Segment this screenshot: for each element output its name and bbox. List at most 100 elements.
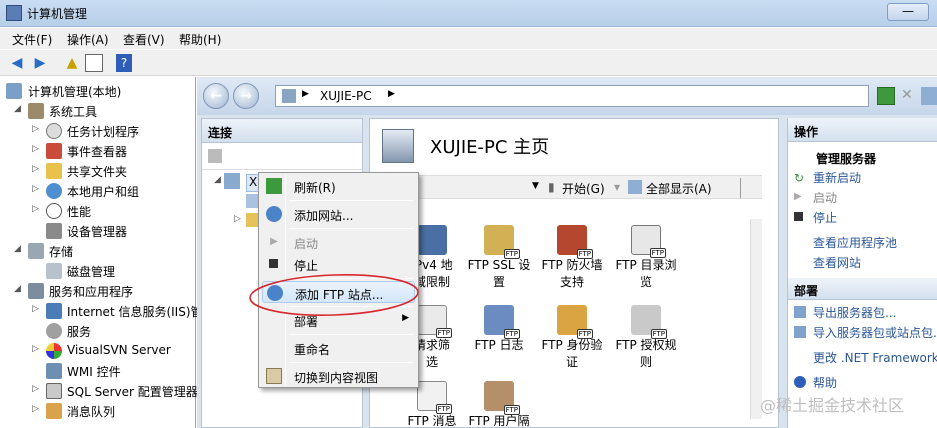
help-link[interactable]: 帮助 (813, 374, 837, 391)
tree-item-label: 本地用户和组 (67, 185, 140, 199)
menu-separator (289, 362, 413, 363)
back-button[interactable]: ← (203, 83, 229, 109)
wmi-icon (46, 363, 62, 379)
start-icon: ▶ (270, 236, 278, 247)
feature-ftp-user-isolation[interactable]: FTP FTP 用户隔 (465, 381, 533, 428)
expand-arrow-icon[interactable]: ▷ (32, 164, 39, 174)
stop-icon[interactable]: ✕ (901, 87, 917, 105)
directory-browsing-icon: FTP (631, 225, 666, 258)
export-package-link[interactable]: 导出服务器包... (813, 304, 896, 321)
back-arrow-icon[interactable]: ◀ (7, 53, 27, 73)
ftp-badge: FTP (649, 248, 666, 258)
collapse-arrow-icon[interactable]: ◢ (14, 284, 21, 294)
feature-ftp-messages[interactable]: FTP FTP 消息 (398, 381, 466, 428)
menu-item-refresh[interactable]: 刷新(R) (262, 175, 415, 197)
feature-ftp-authz[interactable]: FTP FTP 授权规 则 (612, 305, 680, 371)
stop-link[interactable]: 停止 (813, 209, 837, 226)
view-sites-link[interactable]: 查看网站 (813, 254, 861, 271)
tree-item-label: 服务 (67, 325, 92, 339)
vertical-scrollbar[interactable] (750, 219, 762, 419)
menu-separator (289, 228, 413, 229)
menu-separator (289, 334, 413, 335)
server-node-icon (224, 173, 240, 189)
highlight-annotation-ellipse (249, 273, 419, 317)
menu-bar: 文件(F) 操作(A) 查看(V) 帮助(H) (0, 28, 937, 49)
start-link[interactable]: 启动 (813, 189, 837, 206)
feature-ftp-ssl[interactable]: FTP FTP SSL 设 置 (465, 225, 533, 291)
expand-arrow-icon[interactable]: ▷ (32, 124, 39, 134)
connections-title: 连接 (202, 119, 362, 143)
connect-icon[interactable] (208, 149, 222, 163)
view-app-pools-link[interactable]: 查看应用程序池 (813, 234, 897, 251)
address-bar[interactable]: ▶ XUJIE-PC ▶ (275, 85, 869, 107)
restart-icon: ↻ (794, 171, 805, 185)
feature-ftp-directory[interactable]: FTP FTP 目录浏 览 (612, 225, 680, 291)
import-package-link[interactable]: 导入服务器包或站点包... (813, 324, 937, 341)
breadcrumb-server[interactable]: XUJIE-PC (320, 89, 372, 103)
tree-item-label: 设备管理器 (67, 225, 128, 239)
tree-item-label: 存储 (49, 245, 74, 259)
ftp-badge: FTP (576, 249, 593, 259)
visualsvn-icon (46, 343, 62, 359)
expand-arrow-icon[interactable]: ▷ (32, 184, 39, 194)
start-filter-button[interactable]: 开始(G) (562, 180, 605, 197)
show-all-button[interactable]: 全部显示(A) (646, 180, 712, 197)
expand-arrow-icon[interactable]: ▷ (32, 404, 39, 414)
breadcrumb-arrow-icon[interactable]: ▶ (388, 89, 395, 99)
collapse-arrow-icon[interactable]: ◢ (214, 175, 221, 185)
tree-item-label: 事件查看器 (67, 145, 128, 159)
menu-separator (289, 200, 413, 201)
feature-ftp-firewall[interactable]: FTP FTP 防火墙 支持 (538, 225, 606, 291)
menu-action[interactable]: 操作(A) (67, 31, 109, 48)
home-icon[interactable] (921, 87, 937, 105)
forward-arrow-icon[interactable]: ▶ (30, 53, 50, 73)
expand-arrow-icon[interactable]: ▷ (32, 204, 39, 214)
menu-item-switch-content-view[interactable]: 切换到内容视图 (262, 365, 415, 387)
log-icon: FTP (484, 305, 520, 339)
dropdown-arrow-icon[interactable]: ▼ (532, 181, 539, 191)
collapse-arrow-icon[interactable]: ◢ (14, 244, 21, 254)
menu-item-rename[interactable]: 重命名 (262, 337, 415, 359)
show-hide-tree-icon[interactable] (85, 54, 103, 72)
menu-item-start[interactable]: ▶ 启动 (262, 231, 415, 253)
stop-icon (794, 212, 803, 221)
ftp-badge: FTP (650, 329, 667, 339)
ftp-badge: FTP (435, 404, 452, 414)
iis-icon (46, 303, 62, 319)
expand-arrow-icon[interactable]: ▷ (32, 144, 39, 154)
menu-item-label: 切换到内容视图 (294, 371, 379, 385)
menu-item-label: 刷新(R) (294, 181, 336, 195)
expand-arrow-icon[interactable]: ▷ (32, 304, 39, 314)
feature-ftp-logging[interactable]: FTP FTP 日志 (465, 305, 533, 354)
folder-up-icon[interactable]: ▲ (62, 53, 82, 73)
tree-item-label: 计算机管理(本地) (28, 85, 122, 99)
dropdown-arrow-icon[interactable]: ▾ (614, 180, 620, 194)
refresh-icon[interactable] (877, 87, 895, 105)
help-icon[interactable]: ? (116, 54, 132, 72)
computer-icon (6, 83, 22, 99)
minimize-button[interactable]: — (887, 3, 929, 21)
scrollbar[interactable] (740, 178, 752, 198)
collapse-arrow-icon[interactable]: ◢ (14, 104, 21, 114)
feature-ftp-auth[interactable]: FTP FTP 身份验 证 (538, 305, 606, 371)
menu-file[interactable]: 文件(F) (12, 31, 52, 48)
menu-help[interactable]: 帮助(H) (179, 31, 221, 48)
tree-item-label: 消息队列 (67, 405, 116, 419)
computer-management-icon (6, 5, 22, 21)
address-bar-row: ← → ▶ XUJIE-PC ▶ ✕ (197, 77, 937, 115)
restart-link[interactable]: 重新启动 (813, 169, 861, 186)
sql-config-icon (46, 383, 62, 399)
breadcrumb-separator-icon: ▶ (302, 89, 309, 99)
forward-button[interactable]: → (233, 83, 259, 109)
tree-item-label: 系统工具 (49, 105, 98, 119)
expand-arrow-icon[interactable]: ▷ (32, 344, 39, 354)
menu-item-label: 重命名 (294, 343, 331, 357)
expand-arrow-icon[interactable]: ▷ (32, 384, 39, 394)
server-large-icon (382, 129, 414, 163)
menu-view[interactable]: 查看(V) (123, 31, 165, 48)
globe-icon (266, 206, 282, 222)
menu-item-add-site[interactable]: 添加网站... (262, 203, 415, 225)
tree-item-label: WMI 控件 (67, 365, 121, 379)
change-net-framework-link[interactable]: 更改 .NET Framework (813, 349, 937, 366)
expand-arrow-icon[interactable]: ▷ (234, 214, 241, 224)
